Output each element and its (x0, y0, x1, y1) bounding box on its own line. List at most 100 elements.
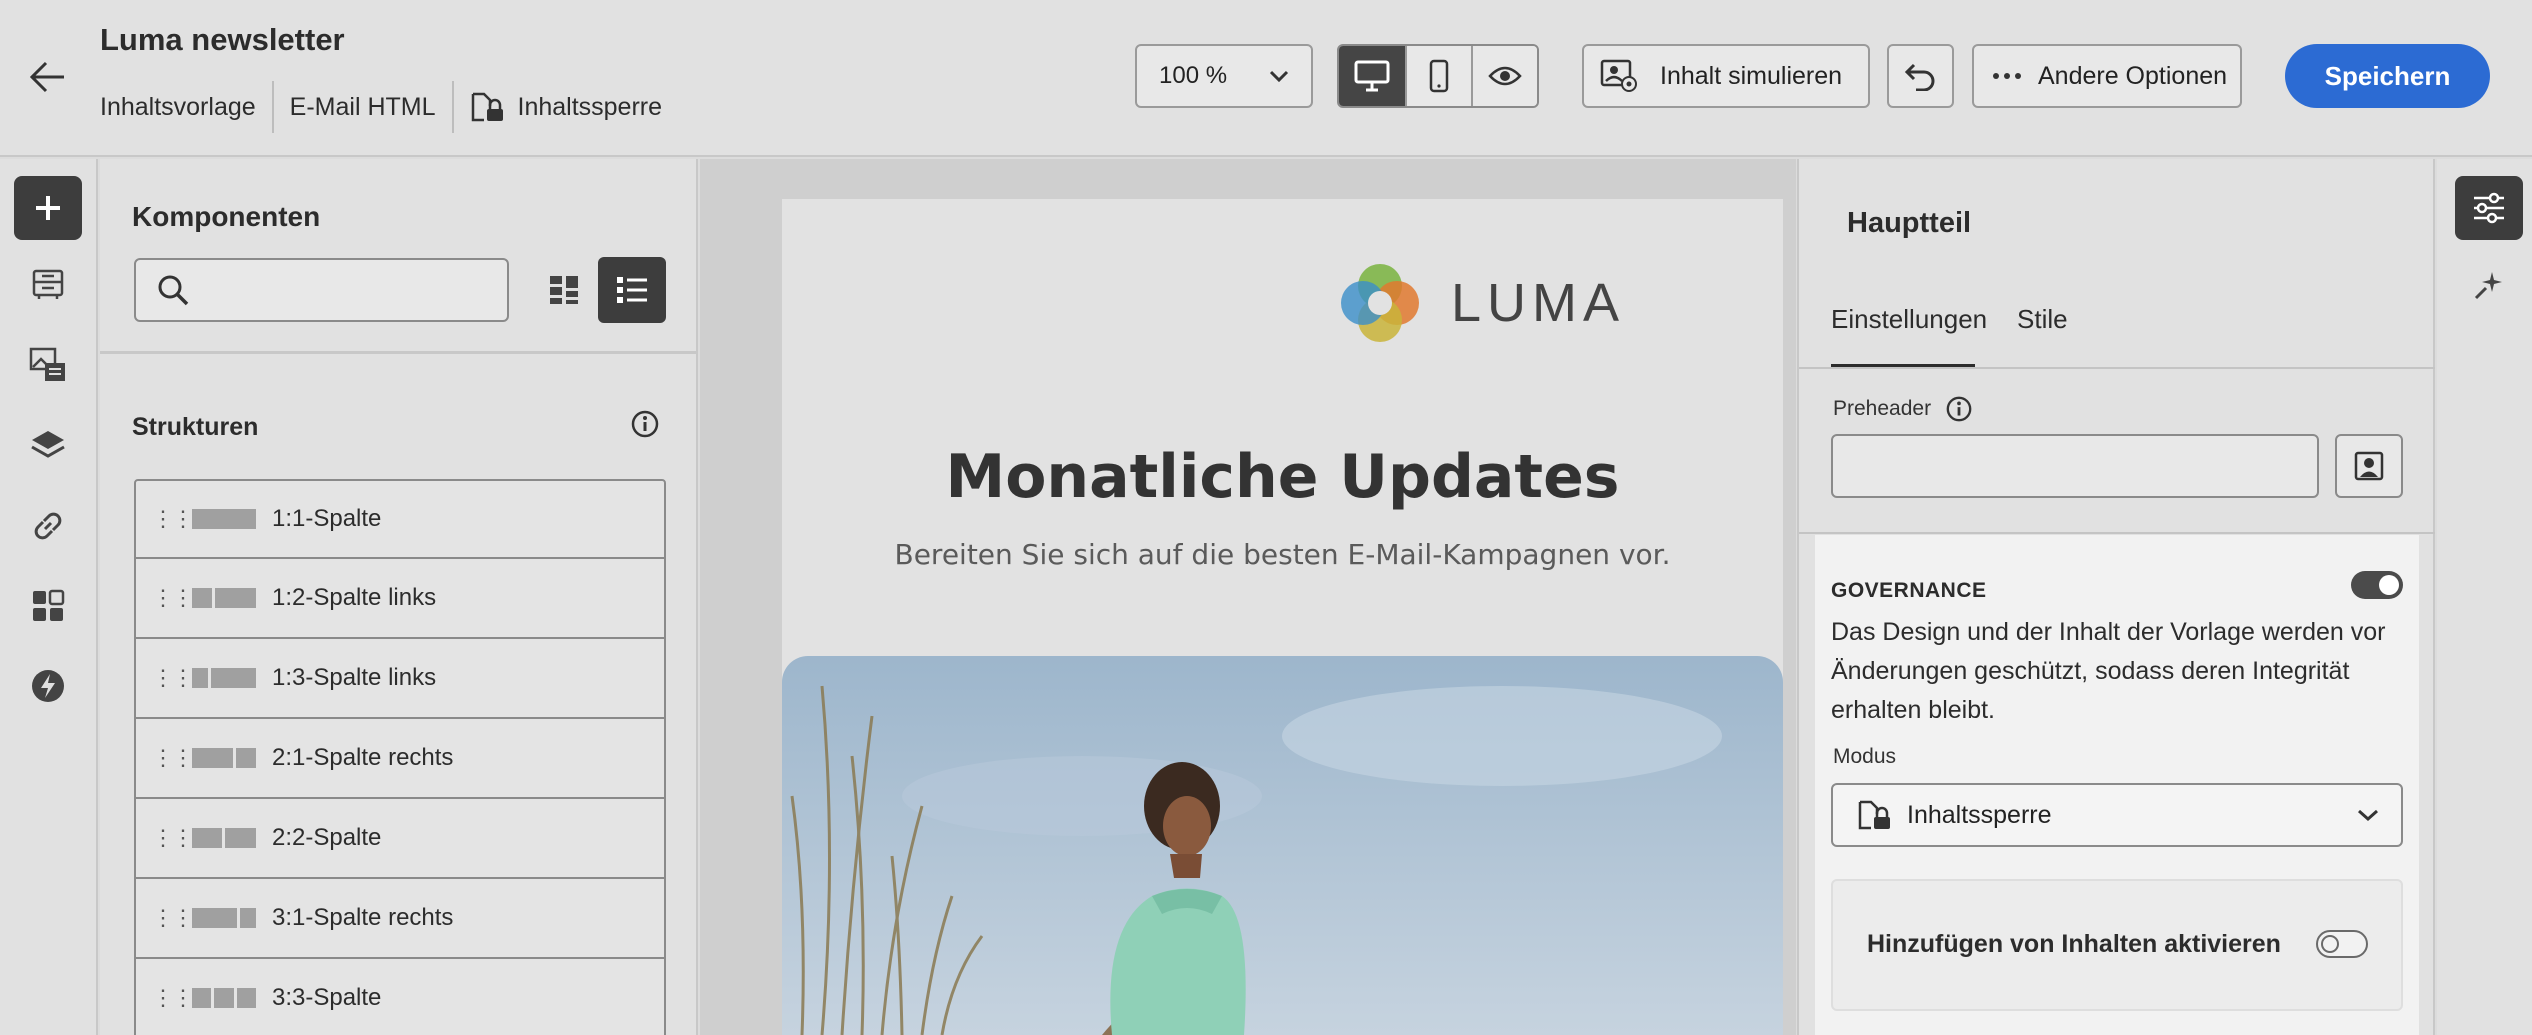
add-content-toggle[interactable] (2316, 930, 2368, 958)
email-heading[interactable]: Monatliche Updates (782, 442, 1783, 512)
structure-item[interactable]: ⋮⋮ 2:2-Spalte (134, 799, 666, 879)
back-button[interactable] (22, 52, 72, 102)
assets-icon (29, 347, 65, 381)
mobile-view-button[interactable] (1405, 46, 1471, 106)
simulate-icon (1600, 59, 1637, 92)
drag-handle-icon[interactable]: ⋮⋮ (152, 745, 194, 771)
drag-handle-icon[interactable]: ⋮⋮ (152, 506, 194, 532)
zoom-value: 100 % (1159, 62, 1228, 89)
components-title: Komponenten (132, 201, 321, 232)
assets-button[interactable] (14, 333, 82, 397)
links-button[interactable] (14, 494, 82, 558)
structure-item[interactable]: ⋮⋮ 3:1-Spalte rechts (134, 879, 666, 959)
layers-button[interactable] (14, 414, 82, 478)
drag-handle-icon[interactable]: ⋮⋮ (152, 825, 194, 851)
personalization-button[interactable] (14, 654, 82, 718)
fragment-icon (32, 269, 64, 299)
column-layout-icon (192, 668, 256, 688)
drag-handle-icon[interactable]: ⋮⋮ (152, 905, 194, 931)
eye-icon (1488, 66, 1522, 86)
governance-toggle[interactable] (2351, 571, 2403, 599)
mobile-icon (1429, 59, 1449, 93)
breadcrumb: Inhaltsvorlage E-Mail HTML Inhaltssperre (100, 81, 679, 133)
mode-select[interactable]: Inhaltssperre (1831, 783, 2403, 847)
structure-label: 3:3-Spalte (272, 984, 382, 1011)
personalization-icon (2354, 451, 2384, 481)
drag-handle-icon[interactable]: ⋮⋮ (152, 665, 194, 691)
grid-view-button[interactable] (532, 258, 596, 322)
preview-button[interactable] (1471, 46, 1537, 106)
add-content-label: Hinzufügen von Inhalten aktivieren (1867, 930, 2281, 958)
chevron-down-icon (1269, 70, 1289, 83)
more-options-button[interactable]: Andere Optionen (1972, 44, 2242, 108)
zoom-select[interactable]: 100 % (1135, 44, 1313, 108)
chevron-down-icon (2358, 809, 2378, 822)
list-view-button[interactable] (598, 257, 666, 323)
structure-item[interactable]: ⋮⋮ 1:2-Spalte links (134, 559, 666, 639)
content-lock-icon (471, 92, 503, 122)
structures-info-button[interactable] (628, 407, 662, 441)
structure-item[interactable]: ⋮⋮ 2:1-Spalte rechts (134, 719, 666, 799)
layers-icon (31, 431, 65, 458)
content-lock-indicator: Inhaltssperre (454, 82, 679, 132)
components-panel: Komponenten Strukturen ⋮⋮ 1:1-Spalte ⋮⋮ … (100, 159, 698, 1035)
content-lock-icon (1858, 800, 1890, 830)
lightning-icon (32, 670, 64, 702)
divider (100, 351, 698, 354)
component-search (134, 258, 509, 322)
structure-label: 3:1-Spalte rechts (272, 904, 454, 931)
ai-assistant-button[interactable] (2455, 253, 2523, 317)
luma-logo-icon (1341, 264, 1419, 342)
divider (1799, 532, 2435, 534)
grid-view-icon (550, 276, 578, 304)
hero-image[interactable] (782, 656, 1783, 1035)
column-layout-icon (192, 908, 256, 928)
simulate-content-button[interactable]: Inhalt simulieren (1582, 44, 1870, 108)
structure-item[interactable]: ⋮⋮ 1:1-Spalte (134, 479, 666, 559)
template-type-label: Inhaltsvorlage (100, 92, 256, 121)
structure-item[interactable]: ⋮⋮ 3:3-Spalte (134, 959, 666, 1035)
arrow-left-icon (29, 61, 64, 93)
structure-label: 2:2-Spalte (272, 824, 382, 851)
save-button[interactable]: Speichern (2285, 44, 2490, 108)
mode-value: Inhaltssperre (1907, 800, 2052, 829)
column-layout-icon (192, 748, 256, 768)
properties-title: Hauptteil (1847, 207, 1972, 239)
fragments-button[interactable] (14, 253, 82, 317)
preheader-label: Preheader (1833, 397, 1932, 420)
add-components-button[interactable] (14, 176, 82, 240)
more-icon (1993, 73, 2021, 79)
tab-settings[interactable]: Einstellungen (1831, 304, 1987, 335)
more-options-label: Andere Optionen (2038, 61, 2228, 90)
governance-description: Das Design und der Inhalt der Vorlage we… (1831, 618, 2386, 724)
hero-photo (782, 656, 1783, 1035)
column-layout-icon (192, 509, 256, 529)
components-icon (33, 589, 65, 621)
drag-handle-icon[interactable]: ⋮⋮ (152, 985, 194, 1011)
email-subheading[interactable]: Bereiten Sie sich auf die besten E-Mail-… (782, 538, 1783, 571)
desktop-view-button[interactable] (1339, 46, 1405, 106)
info-icon (631, 410, 659, 438)
properties-icon (2474, 192, 2504, 224)
luma-logo[interactable]: LUMA (1335, 258, 1625, 348)
column-layout-icon (192, 588, 256, 608)
preheader-input[interactable] (1831, 434, 2319, 498)
undo-button[interactable] (1887, 44, 1954, 108)
right-toolbar (2437, 159, 2532, 1035)
properties-button[interactable] (2455, 176, 2523, 240)
drag-handle-icon[interactable]: ⋮⋮ (152, 585, 194, 611)
list-view-icon (617, 277, 647, 303)
governance-label: GOVERNANCE (1831, 579, 1987, 602)
tab-styles[interactable]: Stile (2017, 304, 2068, 335)
info-icon[interactable] (1945, 395, 1973, 423)
content-components-button[interactable] (14, 574, 82, 638)
undo-icon (1904, 63, 1934, 91)
simulate-content-label: Inhalt simulieren (1660, 61, 1843, 90)
personalize-preheader-button[interactable] (2335, 434, 2403, 498)
structures-list: ⋮⋮ 1:1-Spalte ⋮⋮ 1:2-Spalte links ⋮⋮ 1:3… (134, 479, 666, 1035)
search-input[interactable] (202, 276, 502, 304)
plus-icon (36, 196, 60, 220)
divider (1799, 367, 2435, 369)
structure-item[interactable]: ⋮⋮ 1:3-Spalte links (134, 639, 666, 719)
structure-label: 1:3-Spalte links (272, 664, 437, 691)
